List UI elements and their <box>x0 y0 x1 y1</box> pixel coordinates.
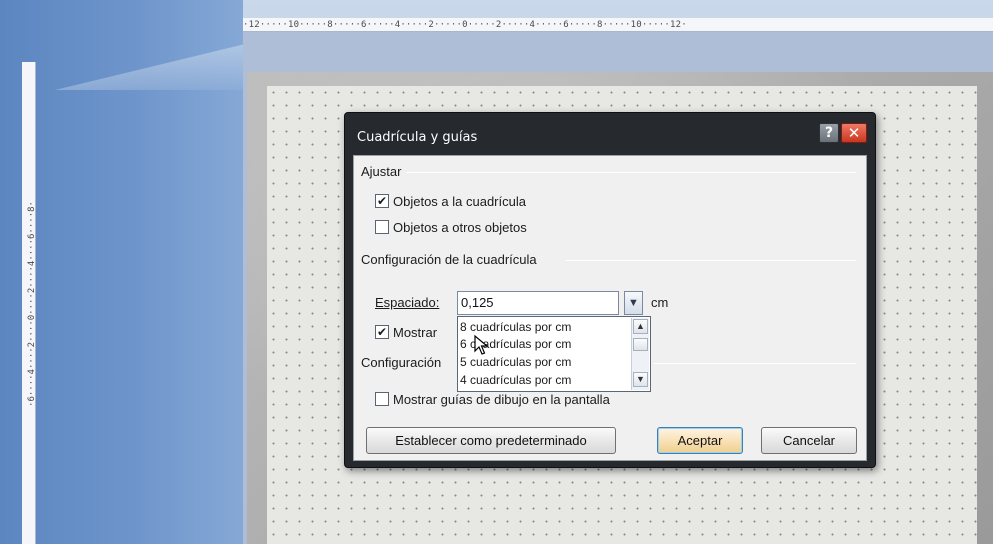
ok-button[interactable]: Aceptar <box>657 427 743 454</box>
snap-to-objects-label: Objetos a otros objetos <box>393 219 527 235</box>
check-icon[interactable]: ✔ <box>375 194 389 208</box>
vertical-ruler-labels: ·6····4····2····0····2····4····6····8· <box>27 201 36 407</box>
snap-to-objects-checkbox[interactable]: Objetos a otros objetos <box>375 218 527 236</box>
group-label-ajustar: Ajustar <box>361 164 402 179</box>
scroll-up-icon[interactable]: ▲ <box>633 319 648 334</box>
show-guides-label: Mostrar guías de dibujo en la pantalla <box>393 391 610 407</box>
snap-to-grid-label: Objetos a la cuadrícula <box>393 193 526 209</box>
list-item[interactable]: 8 cuadrículas por cm <box>460 319 571 335</box>
group-label-grid-config: Configuración de la cuadrícula <box>361 252 537 267</box>
group-label-guides-config: Configuración <box>361 355 442 370</box>
dialog-body: Ajustar ✔ Objetos a la cuadrícula Objeto… <box>353 155 867 461</box>
grid-and-guides-dialog: Cuadrícula y guías ? ✕ Ajustar ✔ Objetos… <box>344 112 876 468</box>
snap-to-grid-checkbox[interactable]: ✔ Objetos a la cuadrícula <box>375 192 526 210</box>
group-divider <box>406 172 856 173</box>
powerpoint-window: ·12·····10·····8·····6·····4·····2·····0… <box>0 0 993 544</box>
list-item[interactable]: 4 cuadrículas por cm <box>460 372 571 388</box>
spacing-input[interactable]: 0,125 <box>457 291 619 315</box>
dialog-title: Cuadrícula y guías <box>357 130 478 145</box>
vertical-ruler: ·6····4····2····0····2····4····6····8· <box>22 62 36 544</box>
show-guides-checkbox[interactable]: Mostrar guías de dibujo en la pantalla <box>375 390 610 408</box>
scroll-down-icon[interactable]: ▼ <box>633 372 648 387</box>
check-icon[interactable]: ✔ <box>375 325 389 339</box>
spacing-label: Espaciado: <box>375 295 440 310</box>
scrollbar-thumb[interactable] <box>633 338 648 351</box>
checkbox-box[interactable] <box>375 220 389 234</box>
cancel-button[interactable]: Cancelar <box>761 427 857 454</box>
set-default-button[interactable]: Establecer como predeterminado <box>366 427 616 454</box>
list-scrollbar[interactable]: ▲ ▼ <box>631 318 649 390</box>
group-divider <box>654 363 856 364</box>
slides-thumbnail-pane[interactable] <box>0 0 243 544</box>
dropdown-arrow-icon[interactable]: ▼ <box>624 291 643 315</box>
horizontal-ruler: ·12·····10·····8·····6·····4·····2·····0… <box>243 18 993 32</box>
close-icon[interactable]: ✕ <box>841 123 867 143</box>
checkbox-box[interactable] <box>375 392 389 406</box>
list-item[interactable]: 5 cuadrículas por cm <box>460 354 571 370</box>
spacing-unit: cm <box>651 295 669 310</box>
cursor-icon <box>474 334 489 355</box>
show-grid-checkbox[interactable]: ✔ Mostrar <box>375 323 437 341</box>
show-grid-label: Mostrar <box>393 324 438 340</box>
group-divider <box>566 260 856 261</box>
help-icon[interactable]: ? <box>819 123 839 143</box>
